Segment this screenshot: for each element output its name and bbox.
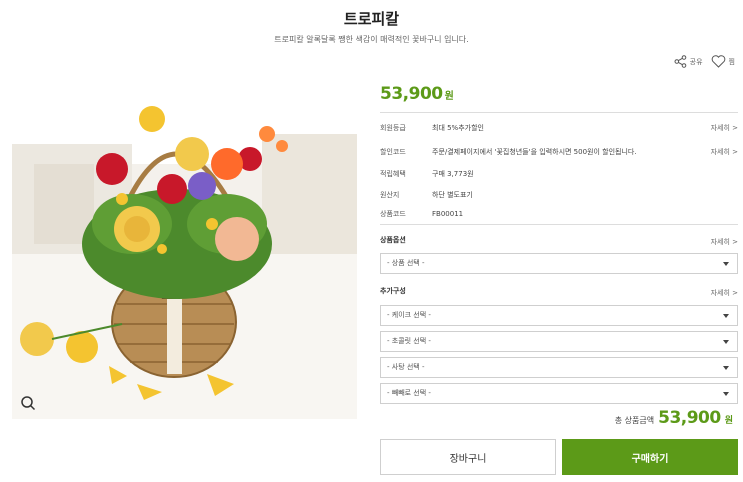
info-label: 회원등급 xyxy=(380,124,406,132)
divider xyxy=(380,224,738,225)
info-label: 할인코드 xyxy=(380,148,406,156)
info-value: FB00011 xyxy=(432,210,464,218)
select-value: - 사탕 선택 - xyxy=(387,363,425,371)
price-unit: 원 xyxy=(444,91,454,102)
add-to-cart-button[interactable]: 장바구니 xyxy=(380,439,556,475)
info-value: 주문/결제페이지에서 '꽃집청년들'을 입력하시면 500원이 할인됩니다. xyxy=(432,148,637,156)
select-value: - 초콜릿 선택 - xyxy=(387,337,431,345)
wish-button[interactable]: 찜 xyxy=(711,55,735,68)
product-option-select[interactable]: - 상품 선택 - xyxy=(380,253,738,274)
wish-label: 찜 xyxy=(728,57,735,66)
info-member-grade: 회원등급 최대 5%추가할인 자세히 > xyxy=(380,122,738,134)
flower-basket-illustration xyxy=(12,74,357,419)
info-product-code: 상품코드 FB00011 xyxy=(380,208,738,220)
buy-now-button[interactable]: 구매하기 xyxy=(562,439,738,475)
select-value: - 빼빼로 선택 - xyxy=(387,389,431,397)
option-more-link[interactable]: 자세히 > xyxy=(711,237,738,247)
chocolate-select[interactable]: - 초콜릿 선택 - xyxy=(380,331,738,352)
info-value: 최대 5%추가할인 xyxy=(432,124,484,132)
total-label: 총 상품금액 xyxy=(614,416,655,425)
select-value: - 케이크 선택 - xyxy=(387,311,431,319)
chevron-down-icon xyxy=(723,340,729,344)
share-bar: 공유 찜 xyxy=(674,55,735,68)
chevron-down-icon xyxy=(723,314,729,318)
product-title: 트로피칼 xyxy=(343,10,400,28)
price: 53,900 원 xyxy=(380,84,454,104)
info-label: 상품코드 xyxy=(380,210,406,218)
total-price: 총 상품금액 53,900 원 xyxy=(615,408,733,428)
share-label: 공유 xyxy=(689,57,703,66)
product-subtitle: 트로피칼 알록달록 쨍한 색감이 매력적인 꽃바구니 입니다. xyxy=(274,35,469,44)
total-amount: 53,900 xyxy=(658,408,721,428)
share-button[interactable]: 공유 xyxy=(674,55,703,68)
price-amount: 53,900 xyxy=(380,84,443,104)
total-unit: 원 xyxy=(724,416,733,426)
product-image[interactable] xyxy=(12,74,357,419)
cake-select[interactable]: - 케이크 선택 - xyxy=(380,305,738,326)
divider xyxy=(380,112,738,113)
magnifier-icon[interactable] xyxy=(20,395,36,411)
info-discount-code: 할인코드 주문/결제페이지에서 '꽃집청년들'을 입력하시면 500원이 할인됩… xyxy=(380,146,738,158)
info-value: 하단 별도표기 xyxy=(432,191,473,199)
chevron-down-icon xyxy=(723,366,729,370)
share-icon xyxy=(674,55,686,68)
candy-select[interactable]: - 사탕 선택 - xyxy=(380,357,738,378)
info-label: 적립혜택 xyxy=(380,170,406,178)
discount-code-more-link[interactable]: 자세히 > xyxy=(711,146,738,158)
info-origin: 원산지 하단 별도표기 xyxy=(380,189,738,201)
select-value: - 상품 선택 - xyxy=(387,259,425,267)
option-section-label: 상품옵션 xyxy=(380,236,406,244)
heart-icon xyxy=(711,55,725,68)
addon-more-link[interactable]: 자세히 > xyxy=(711,288,738,298)
info-label: 원산지 xyxy=(380,191,400,199)
addon-section-label: 추가구성 xyxy=(380,287,406,295)
chevron-down-icon xyxy=(723,392,729,396)
info-value: 구매 3,773원 xyxy=(432,170,474,178)
info-points: 적립혜택 구매 3,773원 xyxy=(380,168,738,180)
member-grade-more-link[interactable]: 자세히 > xyxy=(711,122,738,134)
pepero-select[interactable]: - 빼빼로 선택 - xyxy=(380,383,738,404)
chevron-down-icon xyxy=(723,262,729,266)
